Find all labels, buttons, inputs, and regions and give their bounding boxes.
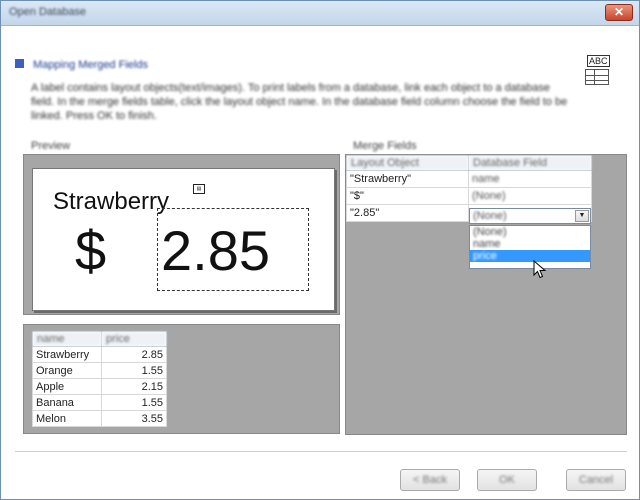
column-header-price[interactable]: price <box>101 331 167 347</box>
cell-price: 2.15 <box>101 378 167 395</box>
dropdown-option-price[interactable]: price <box>470 250 590 262</box>
label-text-price[interactable]: 2.85 <box>161 221 270 281</box>
merge-fields-panel: Layout Object Database Field "Strawberry… <box>345 154 627 435</box>
back-button[interactable]: < Back <box>400 469 460 491</box>
database-table: name price Strawberry 2.85 Orange 1.55 A… <box>32 331 167 427</box>
column-header-name[interactable]: name <box>32 331 102 347</box>
column-header-layout-object[interactable]: Layout Object <box>346 155 469 171</box>
table-row[interactable]: Banana 1.55 <box>32 394 167 411</box>
database-field-cell[interactable]: name <box>468 170 592 188</box>
text-object-icon: ▤ <box>193 184 205 194</box>
cell-price: 1.55 <box>101 362 167 379</box>
abc-icon-text: ABC <box>587 55 610 67</box>
ok-button[interactable]: OK <box>477 469 537 491</box>
label-text-strawberry[interactable]: Strawberry <box>53 188 169 216</box>
preview-label: Preview <box>31 140 71 152</box>
label-text-dollar[interactable]: $ <box>75 221 106 281</box>
layout-object-cell[interactable]: "$" <box>346 187 469 205</box>
cell-price: 2.85 <box>101 346 167 363</box>
database-field-dropdown-list: (None) name price <box>469 225 591 269</box>
table-row[interactable]: Apple 2.15 <box>32 378 167 395</box>
cell-name: Banana <box>32 394 102 411</box>
dropdown-option-name[interactable]: name <box>470 238 590 250</box>
close-button[interactable]: ✕ <box>605 4 633 21</box>
instructions-text: A label contains layout objects(text/ima… <box>31 82 568 122</box>
database-field-combobox[interactable]: (None) ▼ <box>469 208 591 224</box>
open-database-window: Open Database ✕ Mapping Merged Fields A … <box>0 0 640 500</box>
database-field-cell[interactable]: (None) <box>468 187 592 205</box>
column-header-database-field[interactable]: Database Field <box>468 155 592 171</box>
database-preview-panel: name price Strawberry 2.85 Orange 1.55 A… <box>23 324 340 434</box>
label-preview-card: Strawberry ▤ $ 2.85 <box>32 168 335 311</box>
table-row[interactable]: Melon 3.55 <box>32 410 167 427</box>
window-title: Open Database <box>9 6 87 18</box>
footer-divider <box>15 451 627 452</box>
page-heading: Mapping Merged Fields <box>33 59 148 71</box>
preview-panel: Strawberry ▤ $ 2.85 <box>23 154 340 315</box>
cell-name: Strawberry <box>32 346 102 363</box>
abc-table-icon: ABC <box>583 55 613 87</box>
heading-bullet-icon <box>15 59 24 68</box>
merge-row[interactable]: "$" (None) <box>346 187 592 205</box>
cancel-button[interactable]: Cancel <box>566 469 626 491</box>
merge-row[interactable]: "Strawberry" name <box>346 170 592 188</box>
chevron-down-icon[interactable]: ▼ <box>575 210 589 222</box>
layout-object-cell[interactable]: "2.85" <box>346 204 469 222</box>
cell-name: Melon <box>32 410 102 427</box>
title-bar: Open Database ✕ <box>1 1 639 26</box>
table-row[interactable]: Orange 1.55 <box>32 362 167 379</box>
mouse-pointer-icon <box>533 260 547 279</box>
table-row[interactable]: Strawberry 2.85 <box>32 346 167 363</box>
cell-name: Apple <box>32 378 102 395</box>
cell-name: Orange <box>32 362 102 379</box>
layout-object-cell[interactable]: "Strawberry" <box>346 170 469 188</box>
dropdown-option-none[interactable]: (None) <box>470 226 590 238</box>
cell-price: 3.55 <box>101 410 167 427</box>
cell-price: 1.55 <box>101 394 167 411</box>
merge-fields-label: Merge Fields <box>353 140 417 152</box>
combobox-value: (None) <box>473 210 507 222</box>
